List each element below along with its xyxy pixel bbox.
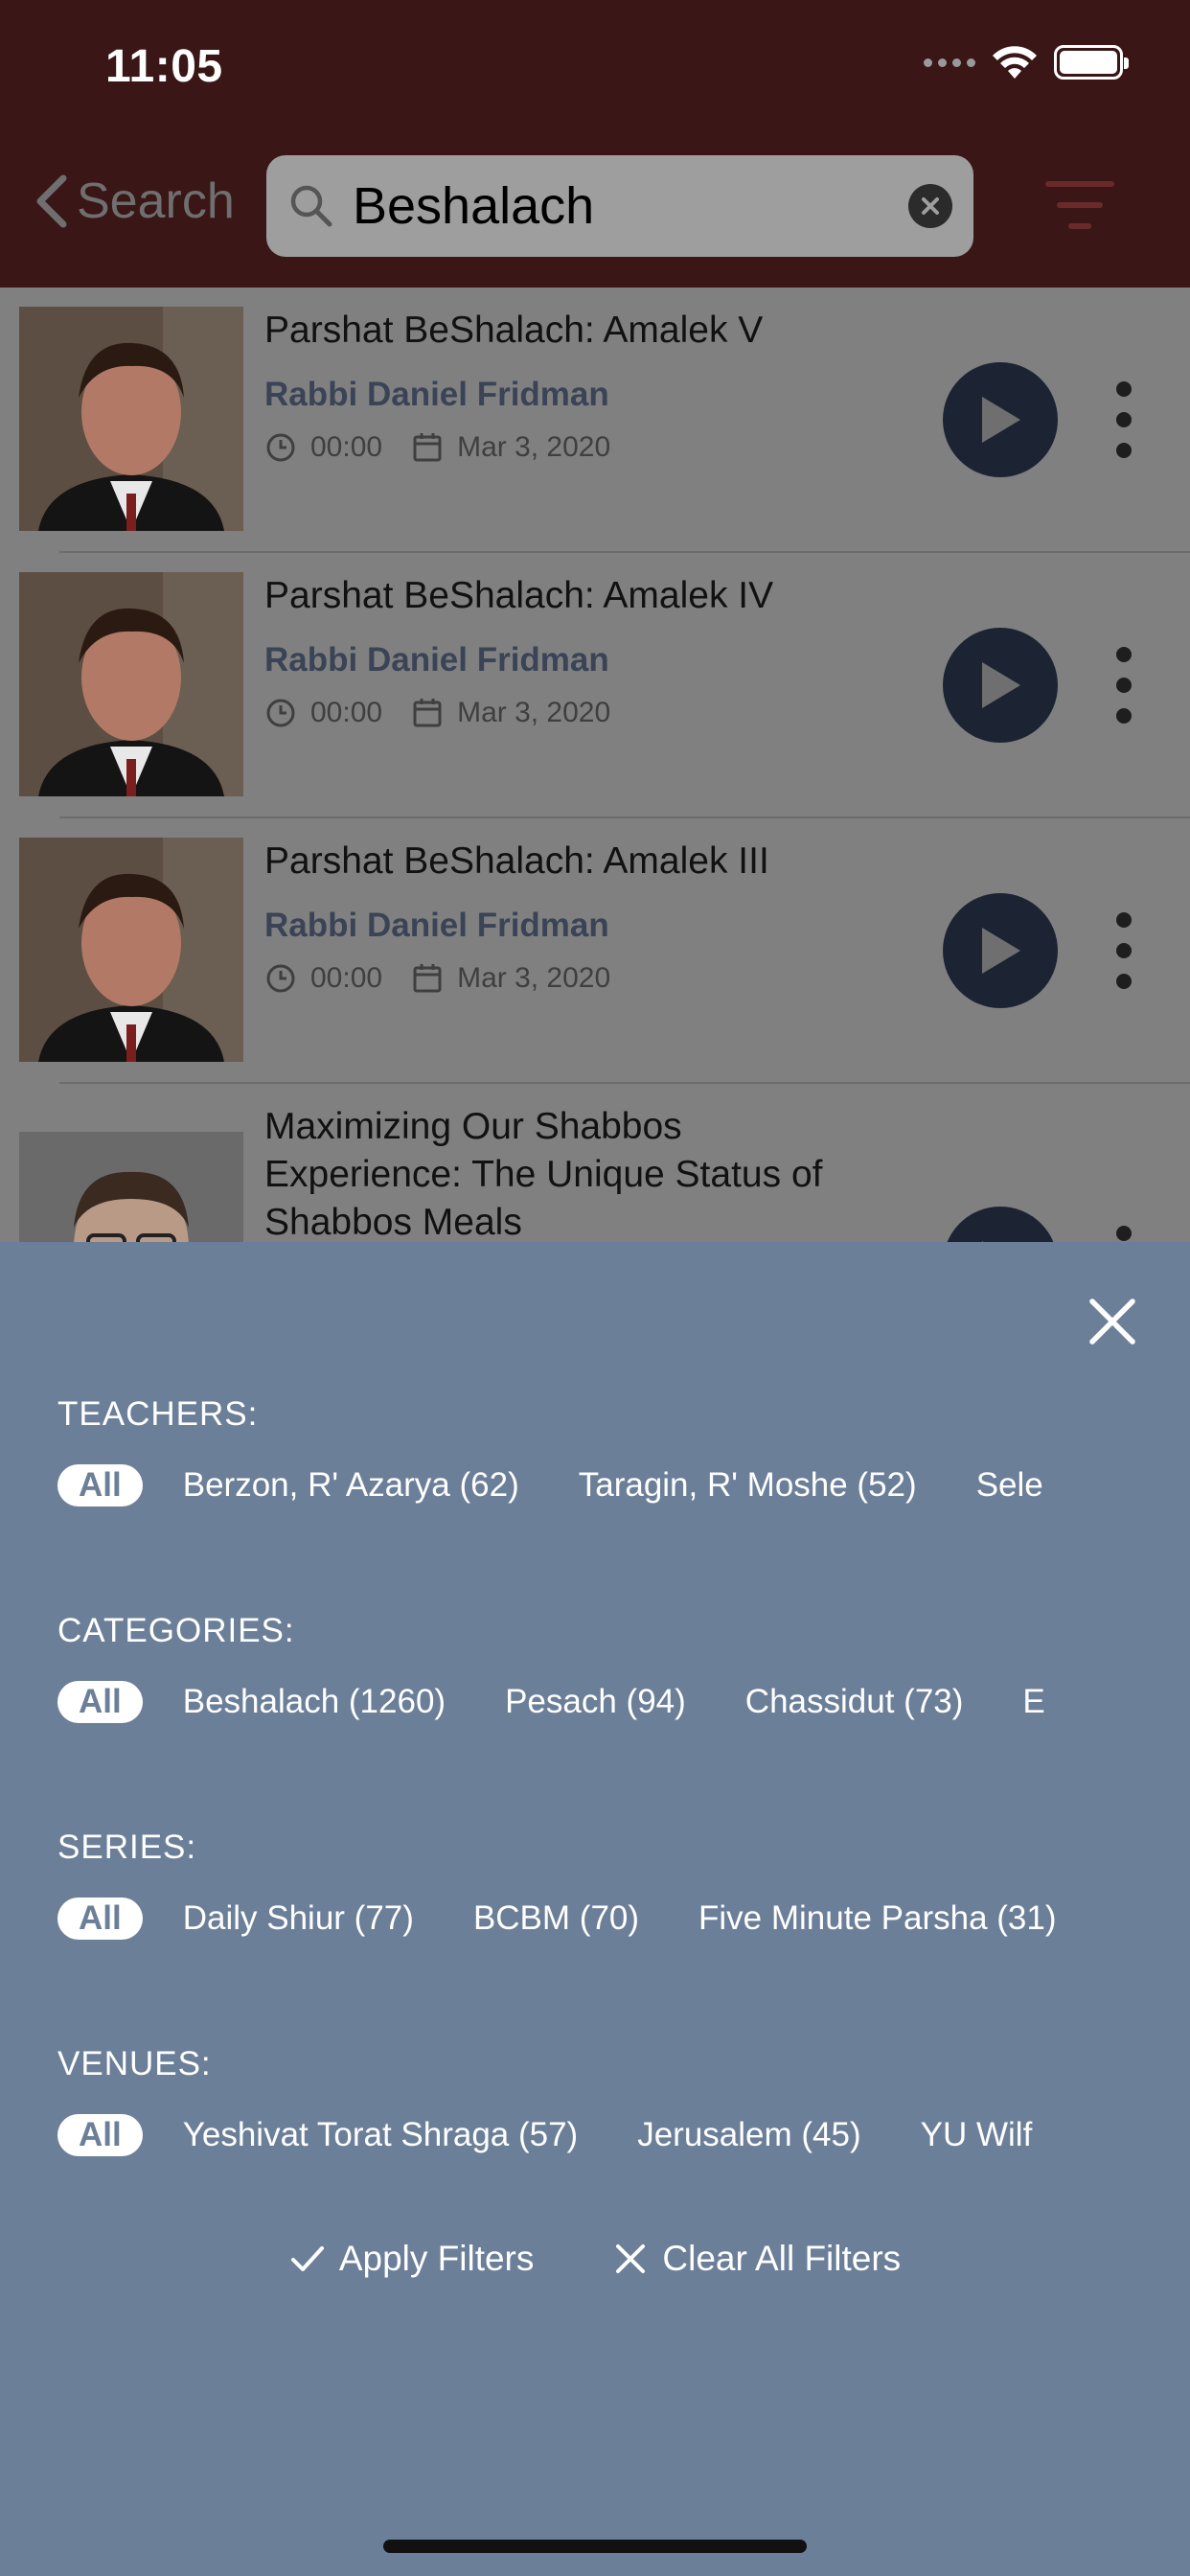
date-text: Mar 3, 2020 — [457, 431, 611, 463]
list-item[interactable]: Parshat BeShalach: Amalek IV Rabbi Danie… — [0, 553, 1190, 818]
play-button[interactable] — [943, 1207, 1058, 1246]
teacher-photo — [19, 572, 243, 796]
filter-chip[interactable]: E — [1022, 1683, 1044, 1721]
home-indicator — [383, 2540, 807, 2553]
apply-filters-button[interactable]: Apply Filters — [289, 2239, 535, 2279]
lecture-title: Parshat BeShalach: Amalek III — [264, 840, 769, 882]
list-item[interactable]: Parshat BeShalach: Amalek III Rabbi Dani… — [0, 818, 1190, 1084]
more-options-button[interactable] — [1111, 381, 1136, 458]
results-list: Parshat BeShalach: Amalek V Rabbi Daniel… — [0, 288, 1190, 1246]
play-icon — [982, 662, 1020, 708]
lecture-meta: 00:00 Mar 3, 2020 — [264, 962, 610, 995]
close-icon — [922, 197, 939, 215]
series-label: SERIES: — [57, 1828, 197, 1866]
teachers-label: TEACHERS: — [57, 1395, 259, 1433]
filter-chip-all[interactable]: All — [57, 1898, 143, 1940]
lecture-title: Maximizing Our Shabbos Experience: The U… — [264, 1106, 823, 1243]
search-icon — [290, 185, 332, 227]
close-icon — [616, 2244, 646, 2273]
venues-label: VENUES: — [57, 2045, 212, 2082]
checkmark-icon — [290, 2246, 324, 2271]
search-input[interactable] — [353, 171, 889, 242]
categories-filter-row: All Beshalach (1260) Pesach (94) Chassidut … — [57, 1681, 1133, 1738]
lecture-meta: 00:00 Mar 3, 2020 — [264, 697, 610, 729]
filter-chip[interactable]: BCBM (70) — [473, 1899, 639, 1938]
filter-chip-all[interactable]: All — [57, 1681, 143, 1723]
play-icon — [982, 928, 1020, 974]
teacher-photo — [19, 1132, 243, 1246]
apply-filters-label: Apply Filters — [338, 2239, 535, 2278]
wifi-icon — [993, 46, 1037, 79]
clock-icon — [266, 964, 295, 993]
filter-chip[interactable]: Taragin, R' Moshe (52) — [579, 1466, 917, 1505]
navigation-header: 11:05 Search — [0, 0, 1190, 288]
calendar-icon — [413, 433, 442, 462]
back-label: Search — [77, 173, 235, 229]
teachers-filter-row: All Berzon, R' Azarya (62) Taragin, R' Mos… — [57, 1464, 1133, 1522]
teacher-name[interactable]: Rabbi Daniel Fridman — [264, 907, 609, 945]
close-icon[interactable] — [1087, 1296, 1138, 1347]
filter-chip[interactable]: Beshalach (1260) — [183, 1683, 446, 1721]
filter-chip[interactable]: Sele — [976, 1466, 1043, 1505]
filter-chip[interactable]: Daily Shiur (77) — [183, 1899, 414, 1938]
teacher-photo — [19, 307, 243, 531]
date-text: Mar 3, 2020 — [457, 962, 611, 994]
cellular-signal-icon — [924, 58, 975, 67]
clock-icon — [266, 699, 295, 727]
play-button[interactable] — [943, 362, 1058, 477]
filter-sheet: TEACHERS: All Berzon, R' Azarya (62) Tarag… — [0, 1242, 1190, 2576]
filter-chip[interactable]: Yeshivat Torat Shraga (57) — [183, 2116, 578, 2154]
teacher-photo — [19, 838, 243, 1062]
back-button[interactable]: Search — [33, 172, 235, 230]
status-time: 11:05 — [105, 41, 223, 92]
venues-filter-row: All Yeshivat Torat Shraga (57) Jerusalem (… — [57, 2114, 1133, 2172]
list-item[interactable]: Maximizing Our Shabbos Experience: The U… — [0, 1084, 1190, 1246]
filter-chip[interactable]: Chassidut (73) — [745, 1683, 964, 1721]
filter-chip[interactable]: Jerusalem (45) — [637, 2116, 860, 2154]
filter-icon[interactable] — [1044, 178, 1115, 232]
filter-chip[interactable]: YU Wilf — [921, 2116, 1033, 2154]
clear-filters-label: Clear All Filters — [662, 2239, 902, 2278]
play-button[interactable] — [943, 628, 1058, 743]
categories-label: CATEGORIES: — [57, 1612, 295, 1649]
clear-filters-button[interactable]: Clear All Filters — [612, 2239, 901, 2279]
clock-icon — [266, 433, 295, 462]
lecture-title: Parshat BeShalach: Amalek V — [264, 310, 764, 351]
filter-chip-all[interactable]: All — [57, 1464, 143, 1506]
date-text: Mar 3, 2020 — [457, 697, 611, 728]
lecture-title: Parshat BeShalach: Amalek IV — [264, 575, 774, 616]
list-item[interactable]: Parshat BeShalach: Amalek V Rabbi Daniel… — [0, 288, 1190, 553]
duration-text: 00:00 — [310, 697, 383, 728]
status-icons — [924, 44, 1129, 80]
filter-actions: Apply Filters Clear All Filters — [0, 2239, 1190, 2279]
duration-text: 00:00 — [310, 431, 383, 463]
calendar-icon — [413, 964, 442, 993]
play-button[interactable] — [943, 893, 1058, 1008]
filter-chip[interactable]: Berzon, R' Azarya (62) — [183, 1466, 519, 1505]
filter-chip[interactable]: Pesach (94) — [505, 1683, 686, 1721]
chevron-left-icon — [36, 174, 67, 228]
series-filter-row: All Daily Shiur (77) BCBM (70) Five Minute … — [57, 1898, 1133, 1955]
more-options-button[interactable] — [1111, 647, 1136, 724]
calendar-icon — [413, 699, 442, 727]
filter-chip-all[interactable]: All — [57, 2114, 143, 2156]
play-icon — [982, 397, 1020, 443]
more-options-button[interactable] — [1111, 912, 1136, 989]
teacher-name[interactable]: Rabbi Daniel Fridman — [264, 376, 609, 414]
lecture-meta: 00:00 Mar 3, 2020 — [264, 431, 610, 464]
search-bar[interactable] — [266, 155, 973, 257]
filter-chip[interactable]: Five Minute Parsha (31) — [698, 1899, 1056, 1938]
teacher-name[interactable]: Rabbi Daniel Fridman — [264, 641, 609, 679]
battery-icon — [1054, 45, 1129, 80]
duration-text: 00:00 — [310, 962, 383, 994]
clear-search-button[interactable] — [908, 184, 952, 228]
